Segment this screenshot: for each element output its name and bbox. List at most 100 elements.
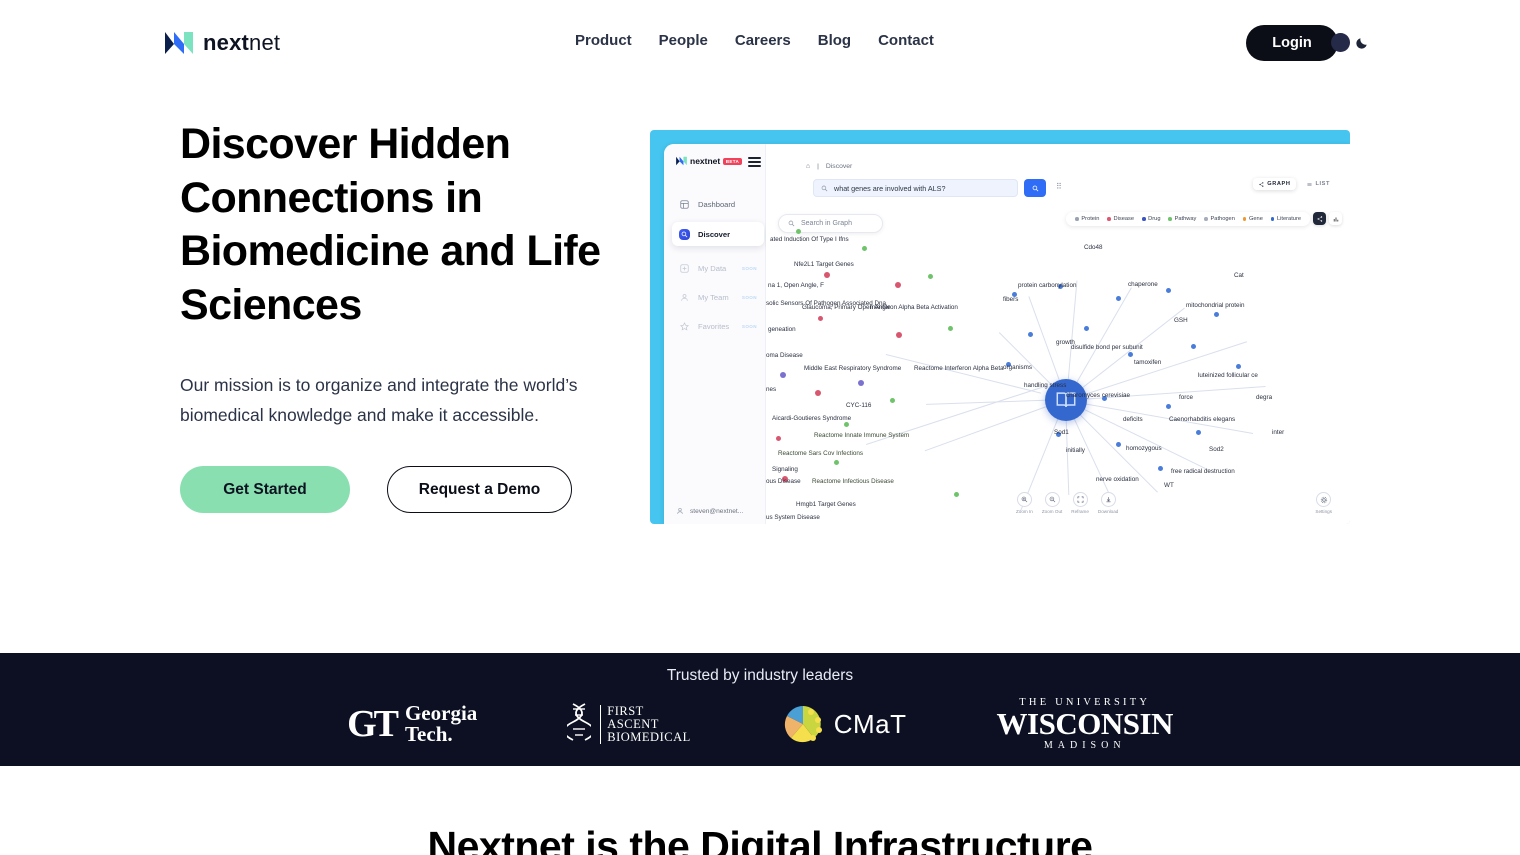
view-toggle-graph-label: GRAPH — [1267, 181, 1291, 187]
graph-node-label: Aicardi-Goutieres Syndrome — [772, 415, 852, 422]
graph-node-label: chaperone — [1128, 281, 1158, 288]
graph-node[interactable] — [858, 380, 864, 386]
graph-canvas[interactable]: Search in Graph Protein Disease Drug Pat… — [766, 204, 1350, 524]
graph-node-label: us System Disease — [766, 514, 820, 521]
get-started-button[interactable]: Get Started — [180, 466, 350, 513]
graph-node[interactable] — [824, 272, 830, 278]
graph-node[interactable] — [776, 436, 781, 441]
nav-item-product[interactable]: Product — [575, 32, 632, 49]
graph-node[interactable] — [862, 246, 867, 251]
data-icon — [679, 263, 690, 274]
nav-item-blog[interactable]: Blog — [818, 32, 851, 49]
graph-node[interactable] — [954, 492, 959, 497]
graph-node[interactable] — [1116, 296, 1121, 301]
hero-title: Discover Hidden Connections in Biomedici… — [180, 120, 601, 329]
app-user-account[interactable]: steven@nextnet... — [676, 507, 743, 515]
breadcrumb-current: Discover — [825, 163, 853, 170]
theme-toggle-knob[interactable] — [1331, 33, 1350, 52]
brand-logo[interactable]: nextnet — [165, 30, 280, 56]
legend-label-pathway: Pathway — [1174, 216, 1197, 222]
graph-node[interactable] — [1158, 466, 1163, 471]
moon-icon[interactable] — [1355, 35, 1370, 50]
view-toggle-list[interactable]: LIST — [1301, 178, 1336, 190]
download-control[interactable]: Download — [1098, 492, 1118, 514]
graph-node[interactable] — [818, 316, 823, 321]
landing-page: nextnet Product People Careers Blog Cont… — [0, 0, 1520, 855]
graph-node[interactable] — [1166, 404, 1171, 409]
graph-node[interactable] — [834, 460, 839, 465]
partner-logos: GT Georgia Tech. FIRST ASCENT BIOMEDICAL… — [0, 697, 1520, 751]
legend-label-pathogen: Pathogen — [1210, 216, 1235, 222]
graph-node[interactable] — [844, 422, 849, 427]
graph-node-label: nes — [766, 386, 777, 393]
nav-item-contact[interactable]: Contact — [878, 32, 934, 49]
search-submit-button[interactable] — [1024, 179, 1046, 197]
graph-node[interactable] — [780, 372, 786, 378]
zoom-in-control[interactable]: Zoom In — [1016, 492, 1033, 514]
graph-node-label: Middle East Respiratory Syndrome — [804, 365, 902, 372]
graph-node[interactable] — [1191, 344, 1196, 349]
graph-stats-button[interactable] — [1329, 212, 1342, 225]
georgia-tech-wordmark: Georgia Tech. — [405, 703, 477, 745]
graph-node-label: tamoxifen — [1134, 359, 1162, 366]
sidebar-item-favorites[interactable]: Favorites SOON — [672, 314, 764, 338]
graph-node-label: Caenorhabditis elegans — [1169, 416, 1236, 423]
home-icon[interactable]: ⌂ — [806, 163, 810, 170]
view-toggle-graph[interactable]: GRAPH — [1253, 178, 1297, 190]
graph-node[interactable] — [796, 229, 801, 234]
reframe-control[interactable]: Reframe — [1071, 492, 1089, 514]
graph-node[interactable] — [895, 282, 901, 288]
app-brand-logo: nextnet BETA — [676, 156, 742, 166]
search-input[interactable]: what genes are involved with ALS? — [813, 179, 1018, 197]
sidebar-item-discover[interactable]: Discover — [672, 222, 764, 246]
graph-node-label: charomyces cerevisiae — [1066, 392, 1131, 399]
reframe-label: Reframe — [1071, 509, 1089, 514]
graph-edge — [1065, 400, 1210, 472]
graph-node[interactable] — [1128, 352, 1133, 357]
graph-node[interactable] — [1084, 326, 1089, 331]
cmat-mark-icon — [784, 706, 822, 743]
login-button[interactable]: Login — [1246, 25, 1338, 61]
graph-node-label: na 1, Open Angle, F — [768, 282, 825, 289]
graph-node[interactable] — [948, 326, 953, 331]
zoom-out-control[interactable]: Zoom Out — [1042, 492, 1062, 514]
download-icon — [1100, 492, 1116, 507]
graph-node[interactable] — [1214, 312, 1219, 317]
settings-control[interactable]: Settings — [1315, 492, 1332, 514]
graph-node-label: nerve oxidation — [1096, 476, 1139, 483]
graph-node-label: handling stress — [1024, 382, 1067, 389]
graph-node[interactable] — [896, 332, 902, 338]
graph-node[interactable] — [1196, 430, 1201, 435]
sidebar-item-my-data[interactable]: My Data SOON — [672, 256, 764, 280]
graph-node[interactable] — [890, 398, 895, 403]
grid-view-icon[interactable]: ⠿ — [1056, 182, 1062, 191]
graph-share-button[interactable] — [1313, 212, 1326, 225]
partner-logo-wisconsin: THE UNIVERSITY WISCONSIN MADISON — [997, 697, 1174, 751]
menu-icon[interactable] — [748, 157, 761, 169]
graph-node-label: Signaling — [772, 466, 798, 473]
nav-item-careers[interactable]: Careers — [735, 32, 791, 49]
sidebar-item-my-team[interactable]: My Team SOON — [672, 285, 764, 309]
graph-node-label: organisms — [1003, 364, 1033, 371]
sidebar-label-my-team: My Team — [698, 292, 729, 302]
search-icon — [679, 228, 690, 240]
request-demo-button[interactable]: Request a Demo — [387, 466, 572, 513]
graph-search-input[interactable]: Search in Graph — [778, 214, 883, 233]
sidebar-item-dashboard[interactable]: Dashboard — [672, 192, 764, 216]
graph-node[interactable] — [928, 274, 933, 279]
zoom-in-icon — [1016, 492, 1032, 507]
graph-node-label: GSH — [1174, 317, 1188, 324]
graph-node-label: disulfide bond per subunit — [1071, 344, 1143, 351]
search-submit-icon — [1032, 185, 1038, 191]
theme-toggle[interactable] — [1331, 33, 1370, 52]
nav-item-people[interactable]: People — [659, 32, 708, 49]
graph-node[interactable] — [1116, 442, 1121, 447]
graph-node[interactable] — [815, 390, 821, 396]
share-icon — [1259, 181, 1264, 187]
team-icon — [679, 292, 690, 303]
graph-node[interactable] — [1166, 288, 1171, 293]
graph-node[interactable] — [1028, 332, 1033, 337]
graph-node[interactable] — [1236, 364, 1241, 369]
star-icon — [679, 321, 690, 332]
graph-legend: Protein Disease Drug Pathway Pathogen Ge… — [1066, 212, 1310, 226]
